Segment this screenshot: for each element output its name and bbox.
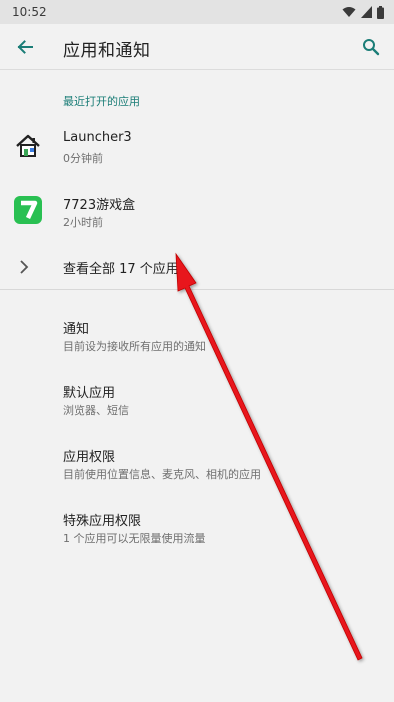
recent-app-7723[interactable]: 7723游戏盒 2小时前 bbox=[0, 184, 394, 240]
settings-item-summary: 浏览器、短信 bbox=[63, 404, 129, 417]
settings-item-title: 特殊应用权限 bbox=[63, 514, 142, 529]
app-last-used: 0分钟前 bbox=[63, 152, 103, 165]
recent-apps-heading: 最近打开的应用 bbox=[63, 95, 140, 108]
settings-item-summary: 1 个应用可以无限量使用流量 bbox=[63, 532, 206, 545]
see-all-apps-item[interactable]: 查看全部 17 个应用 bbox=[0, 248, 394, 288]
search-button[interactable] bbox=[358, 34, 384, 60]
page-title: 应用和通知 bbox=[63, 41, 151, 61]
settings-item-app-permissions[interactable]: 应用权限 目前使用位置信息、麦克风、相机的应用 bbox=[0, 436, 394, 492]
settings-item-summary: 目前设为接收所有应用的通知 bbox=[63, 340, 206, 353]
7723-app-icon bbox=[14, 196, 42, 224]
settings-item-title: 应用权限 bbox=[63, 450, 116, 465]
status-bar: 10:52 bbox=[0, 0, 394, 24]
settings-item-special-access[interactable]: 特殊应用权限 1 个应用可以无限量使用流量 bbox=[0, 500, 394, 556]
app-name: 7723游戏盒 bbox=[63, 198, 136, 213]
back-button[interactable] bbox=[12, 34, 38, 60]
wifi-icon bbox=[342, 7, 356, 17]
recent-app-launcher3[interactable]: Launcher3 0分钟前 bbox=[0, 120, 394, 176]
see-all-apps-label: 查看全部 17 个应用 bbox=[63, 262, 179, 277]
battery-icon bbox=[377, 5, 384, 19]
status-time: 10:52 bbox=[12, 5, 47, 19]
settings-item-title: 通知 bbox=[63, 322, 90, 337]
status-icons bbox=[342, 5, 384, 19]
app-name: Launcher3 bbox=[63, 130, 132, 145]
search-icon bbox=[363, 39, 380, 56]
divider bbox=[0, 289, 394, 290]
settings-screen: 10:52 应用和通知 最近打开的应用 Launcher3 0分钟前 7723游… bbox=[0, 0, 394, 702]
settings-item-summary: 目前使用位置信息、麦克风、相机的应用 bbox=[63, 468, 261, 481]
back-arrow-icon bbox=[17, 40, 33, 54]
app-bar: 应用和通知 bbox=[0, 24, 394, 70]
settings-item-title: 默认应用 bbox=[63, 386, 116, 401]
home-icon bbox=[14, 132, 42, 160]
app-last-used: 2小时前 bbox=[63, 216, 103, 229]
settings-item-notifications[interactable]: 通知 目前设为接收所有应用的通知 bbox=[0, 308, 394, 364]
chevron-right-icon bbox=[20, 260, 29, 274]
cell-signal-icon bbox=[361, 6, 372, 18]
settings-item-default-apps[interactable]: 默认应用 浏览器、短信 bbox=[0, 372, 394, 428]
